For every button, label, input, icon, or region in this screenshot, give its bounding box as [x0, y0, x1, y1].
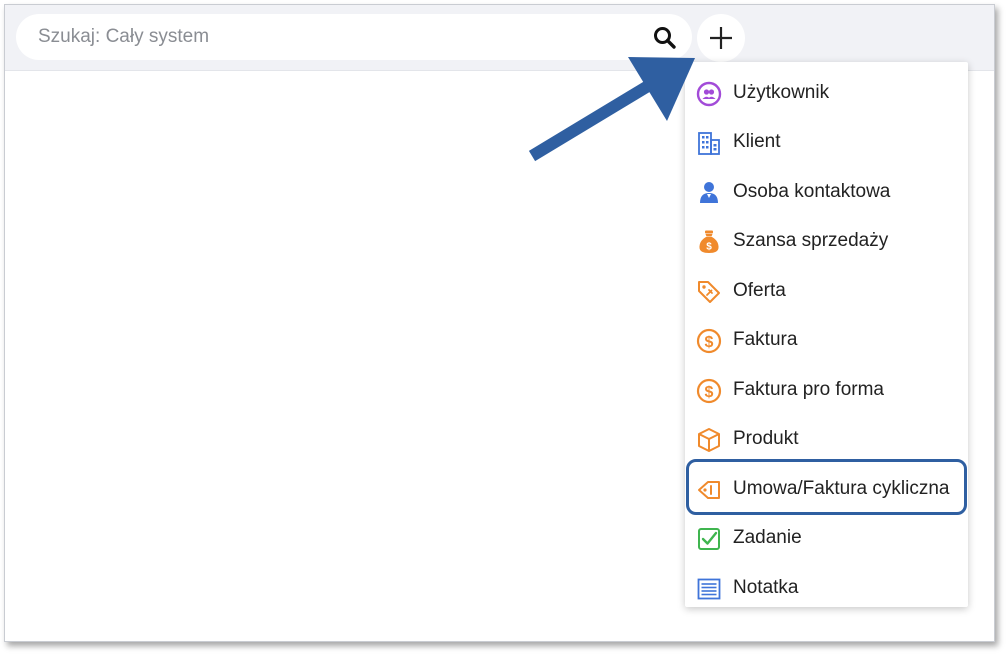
menu-item-label: Klient [733, 131, 781, 152]
menu-item-produkt[interactable]: Produkt [685, 417, 968, 461]
price-tag-icon [696, 279, 722, 305]
menu-item-zadanie[interactable]: Zadanie [685, 516, 968, 560]
dollar-circle-icon: $ [696, 378, 722, 404]
search-icon[interactable] [652, 25, 678, 51]
svg-text:$: $ [705, 384, 714, 401]
menu-item-label: Osoba kontaktowa [733, 181, 891, 202]
search-box[interactable] [16, 14, 692, 60]
highlight-box [686, 459, 967, 515]
add-button[interactable] [697, 14, 745, 62]
box-icon [696, 427, 722, 453]
menu-item-faktura[interactable]: $ Faktura [685, 318, 968, 362]
menu-item-label: Użytkownik [733, 82, 830, 103]
menu-item-notatka[interactable]: Notatka [685, 566, 968, 610]
contact-person-icon [696, 180, 722, 206]
menu-item-label: Oferta [733, 280, 786, 301]
menu-item-label: Faktura pro forma [733, 379, 884, 400]
menu-item-label: Produkt [733, 428, 799, 449]
checkbox-icon [696, 526, 722, 552]
menu-item-faktura-pro-forma[interactable]: $ Faktura pro forma [685, 368, 968, 412]
menu-item-uzytkownik[interactable]: Użytkownik [685, 71, 968, 115]
menu-item-label: Szansa sprzedaży [733, 230, 889, 251]
menu-item-label: Notatka [733, 577, 799, 598]
dollar-circle-icon: $ [696, 328, 722, 354]
menu-item-klient[interactable]: Klient [685, 120, 968, 164]
search-input[interactable] [38, 22, 638, 52]
svg-text:$: $ [705, 334, 714, 351]
user-circle-icon [696, 81, 722, 107]
svg-text:$: $ [706, 242, 712, 253]
note-icon [696, 576, 722, 602]
menu-item-oferta[interactable]: Oferta [685, 269, 968, 313]
plus-icon [710, 27, 732, 49]
add-menu-dropdown: Użytkownik Klient Osoba kontaktowa $ Sza… [685, 62, 968, 607]
menu-item-osoba-kontaktowa[interactable]: Osoba kontaktowa [685, 170, 968, 214]
money-bag-icon: $ [696, 229, 722, 255]
menu-item-szansa-sprzedazy[interactable]: $ Szansa sprzedaży [685, 219, 968, 263]
menu-item-label: Zadanie [733, 527, 802, 548]
menu-item-label: Faktura [733, 329, 798, 350]
building-icon [696, 130, 722, 156]
